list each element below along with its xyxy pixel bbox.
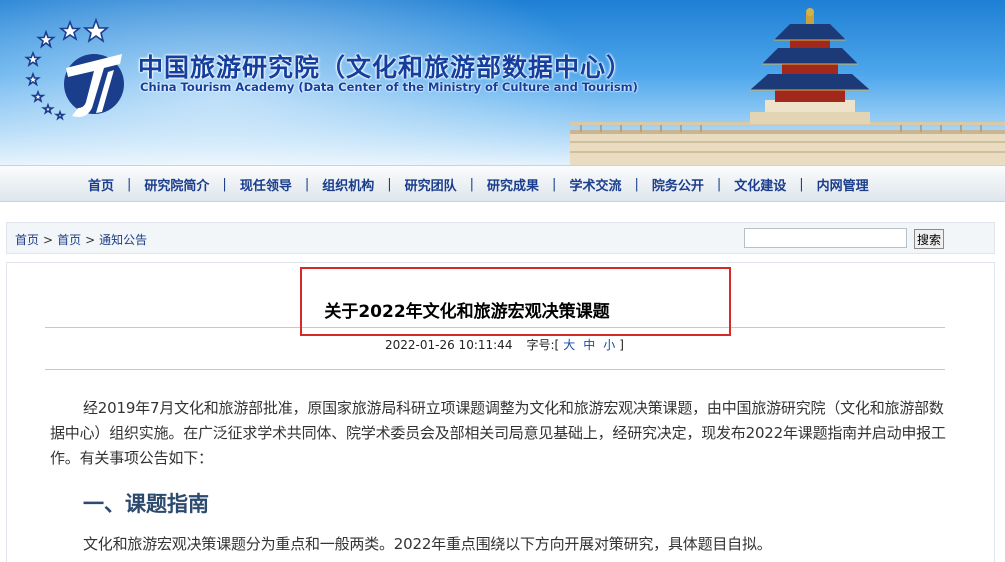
breadcrumb-home[interactable]: 首页	[15, 233, 39, 247]
nav-separator: |	[127, 177, 132, 192]
nav-item-label[interactable]: 研究团队	[405, 175, 457, 194]
article-meta: 2022-01-26 10:11:44 字号:[大中小]	[385, 336, 624, 353]
nav-item-home[interactable]: 首页 |	[88, 175, 144, 194]
divider	[45, 327, 945, 328]
section-heading: 一、课题指南	[83, 492, 209, 516]
search-input[interactable]	[744, 228, 907, 248]
site-banner: 中国旅游研究院（文化和旅游部数据中心） China Tourism Academ…	[0, 0, 1005, 165]
nav-separator: |	[469, 177, 475, 192]
font-size-small-link[interactable]: 小	[603, 338, 615, 352]
article-title: 关于2022年文化和旅游宏观决策课题	[324, 302, 610, 322]
nav-item-label[interactable]: 研究院简介	[144, 175, 209, 194]
font-size-label: 字号:[	[526, 338, 560, 352]
breadcrumb: 首页 > 首页 > 通知公告	[15, 231, 147, 248]
temple-of-heaven-illustration	[570, 8, 1005, 165]
site-title-en: China Tourism Academy (Data Center of th…	[140, 80, 638, 94]
breadcrumb-bar: 首页 > 首页 > 通知公告 搜索	[6, 222, 995, 254]
nav-item-intranet[interactable]: 内网管理	[817, 175, 869, 194]
site-title-cn: 中国旅游研究院（文化和旅游部数据中心）	[138, 53, 633, 82]
nav-item-academic-exchange[interactable]: 学术交流 |	[569, 175, 651, 194]
breadcrumb-separator: >	[43, 233, 54, 247]
nav-item-label[interactable]: 首页	[88, 175, 114, 194]
nav-item-affairs[interactable]: 院务公开 |	[652, 175, 734, 194]
nav-separator: |	[222, 177, 227, 192]
nav-item-organization[interactable]: 组织机构 |	[322, 175, 404, 194]
nav-item-label[interactable]: 研究成果	[487, 175, 539, 194]
nav-item-label[interactable]: 现任领导	[240, 175, 292, 194]
font-size-close: ]	[619, 338, 624, 352]
nav-separator: |	[304, 177, 310, 192]
nav-separator: |	[799, 177, 804, 192]
font-size-large-link[interactable]: 大	[563, 338, 575, 352]
main-nav: 首页 | 研究院简介 | 现任领导 | 组织机构 | 研究团队 | 研究成果 | 学术交流 |…	[0, 165, 1005, 202]
search-button[interactable]: 搜索	[914, 229, 944, 249]
cta-logo-icon[interactable]	[22, 16, 132, 126]
divider	[45, 369, 945, 370]
nav-separator: |	[634, 177, 639, 192]
nav-separator: |	[552, 177, 557, 192]
nav-item-label[interactable]: 学术交流	[569, 175, 621, 194]
nav-item-about[interactable]: 研究院简介 |	[144, 175, 239, 194]
nav-separator: |	[716, 177, 722, 192]
nav-item-research-team[interactable]: 研究团队 |	[405, 175, 487, 194]
nav-separator: |	[387, 177, 392, 192]
nav-item-label[interactable]: 内网管理	[817, 175, 869, 194]
nav-item-culture[interactable]: 文化建设 |	[734, 175, 816, 194]
nav-item-label[interactable]: 院务公开	[652, 175, 704, 194]
font-size-medium-link[interactable]: 中	[583, 338, 595, 352]
breadcrumb-separator: >	[85, 233, 96, 247]
article-paragraph: 文化和旅游宏观决策课题分为重点和一般两类。2022年重点围绕以下方向开展对策研究…	[83, 535, 772, 553]
article-datetime: 2022-01-26 10:11:44	[385, 338, 513, 352]
nav-item-label[interactable]: 文化建设	[734, 175, 786, 194]
breadcrumb-home-2[interactable]: 首页	[57, 233, 81, 247]
nav-item-research-results[interactable]: 研究成果 |	[487, 175, 569, 194]
article-paragraph: 经2019年7月文化和旅游部批准，原国家旅游局科研立项课题调整为文化和旅游宏观决…	[50, 399, 946, 467]
nav-item-leaders[interactable]: 现任领导 |	[240, 175, 322, 194]
nav-item-label[interactable]: 组织机构	[322, 175, 374, 194]
article-container: 关于2022年文化和旅游宏观决策课题 2022-01-26 10:11:44 字号…	[6, 262, 995, 562]
breadcrumb-notices[interactable]: 通知公告	[99, 233, 147, 247]
